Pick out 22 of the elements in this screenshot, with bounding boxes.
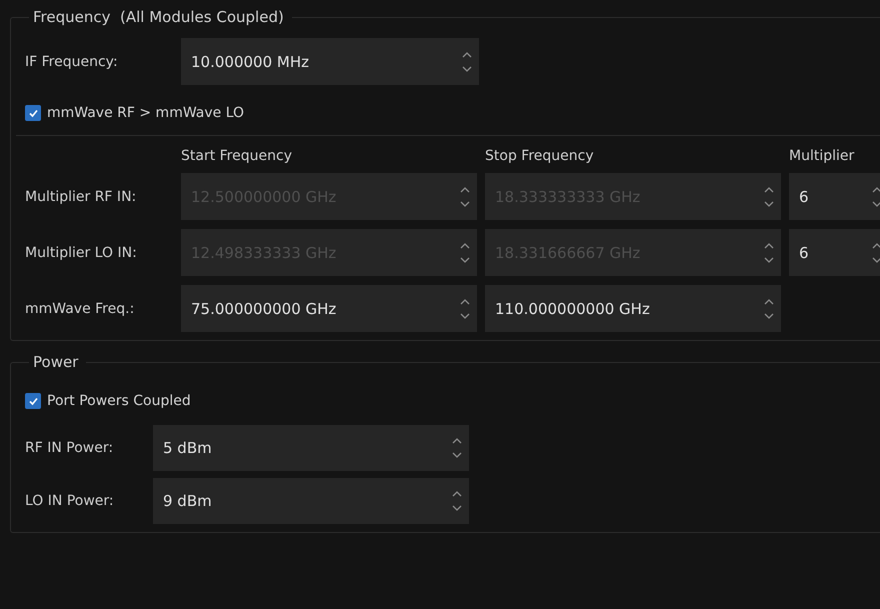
spin-box[interactable]: 10.000000 MHz (181, 38, 479, 85)
field-label: LO IN Power: (25, 493, 115, 509)
field-label: IF Frequency: (25, 54, 119, 70)
checkbox[interactable]: Port Powers Coupled (25, 393, 880, 409)
group-title: Frequency (All Modules Coupled) (32, 8, 285, 26)
group-title: Power (32, 353, 80, 371)
row-label: Multiplier RF IN: (25, 188, 138, 204)
spin-box[interactable]: 5 dBm (153, 425, 469, 471)
field-label: RF IN Power: (25, 440, 114, 456)
column-header: Multiplier (789, 148, 856, 164)
spin-box[interactable]: 75.000000000 GHz (181, 285, 477, 332)
column-header: Start Frequency (181, 148, 293, 164)
row-label: Multiplier LO IN: (25, 244, 138, 260)
checkbox-box[interactable] (25, 105, 41, 121)
checkbox-box[interactable] (25, 393, 41, 409)
spin-box[interactable]: 6 (789, 229, 880, 276)
spin-box[interactable]: 110.000000000 GHz (485, 285, 781, 332)
checkbox[interactable]: mmWave RF > mmWave LO (25, 105, 880, 121)
spin-box[interactable]: 9 dBm (153, 478, 469, 524)
column-header: Stop Frequency (485, 148, 595, 164)
row-label: mmWave Freq.: (25, 300, 136, 316)
spin-box[interactable]: 6 (789, 173, 880, 220)
